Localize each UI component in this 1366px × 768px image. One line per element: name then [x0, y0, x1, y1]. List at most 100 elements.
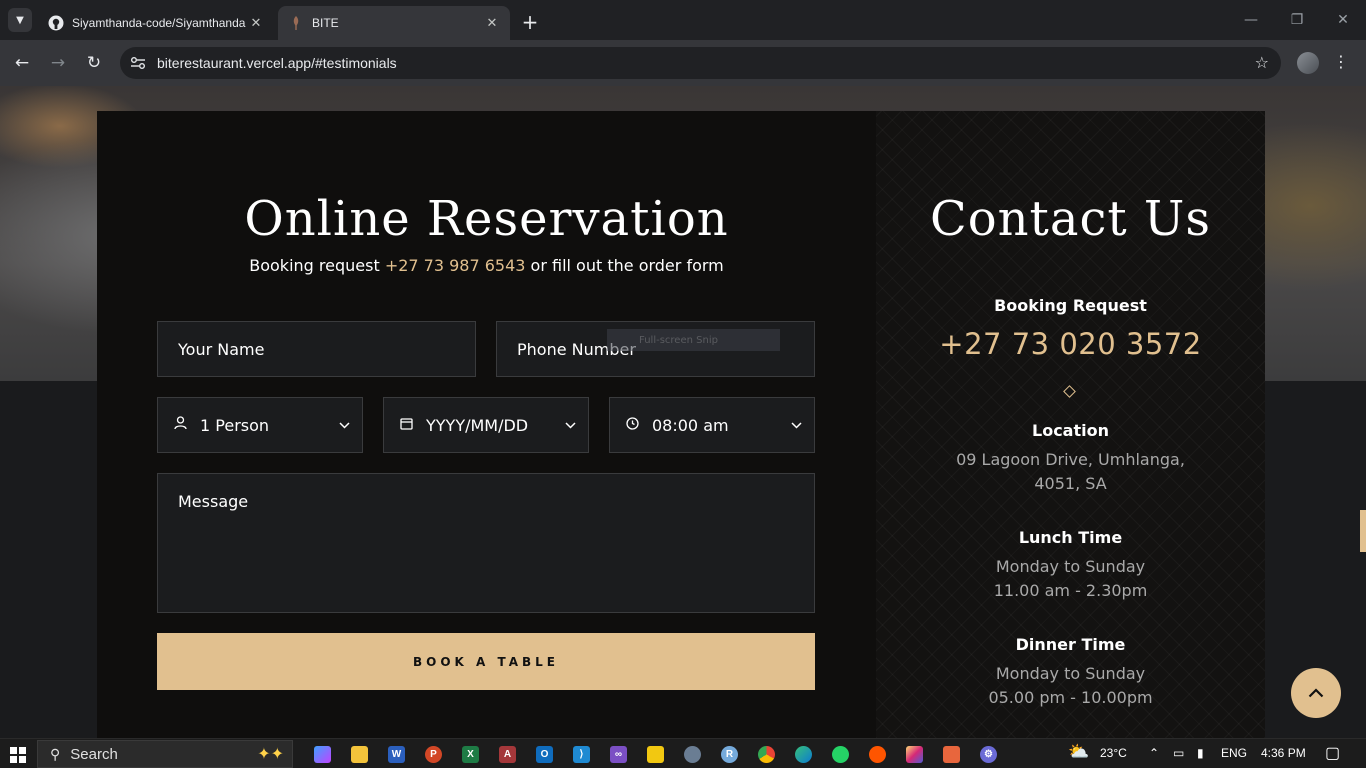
name-input[interactable]: Your Name	[157, 321, 476, 377]
lunch-days-text: Monday to Sunday	[995, 557, 1146, 576]
notifications-icon[interactable]: ▢	[1325, 743, 1340, 763]
message-textarea[interactable]: Message	[157, 473, 815, 613]
persons-select[interactable]: 1 Person	[157, 397, 363, 453]
browser-tab-bar: ▼ Siyamthanda-code/Siyamthanda ✕ BITE ✕ …	[0, 0, 1366, 40]
minimize-icon[interactable]: —	[1239, 8, 1263, 32]
lunch-block: Lunch Time Monday to Sunday 11.00 am - 2…	[876, 528, 1265, 603]
search-icon: ⚲	[50, 745, 61, 762]
snip-overlay: Full-screen Snip	[607, 329, 780, 351]
date-select[interactable]: YYYY/MM/DD	[383, 397, 589, 453]
weather-temp[interactable]: 23°C	[1100, 746, 1127, 760]
close-window-icon[interactable]: ✕	[1331, 8, 1355, 32]
bite-icon	[288, 15, 304, 31]
copilot-icon[interactable]	[304, 744, 341, 764]
side-scroll-marker	[1360, 510, 1366, 552]
weather-icon[interactable]: ⛅	[1068, 742, 1089, 762]
subtitle-prefix: Booking request	[249, 256, 380, 275]
date-value: YYYY/MM/DD	[426, 415, 529, 435]
battery-icon[interactable]: ▮	[1197, 746, 1204, 760]
dinner-label: Dinner Time	[1015, 635, 1126, 654]
r-studio-icon[interactable]: R	[711, 744, 748, 764]
show-hidden-icons-icon[interactable]: ⌃	[1149, 746, 1159, 760]
more-menu-icon[interactable]: ⋮	[1333, 52, 1349, 71]
contact-title: Contact Us	[930, 191, 1211, 247]
dinner-block: Dinner Time Monday to Sunday 05.00 pm - …	[876, 635, 1265, 710]
reservation-title: Online Reservation	[244, 191, 729, 247]
address-bar[interactable]: biterestaurant.vercel.app/#testimonials …	[120, 47, 1281, 79]
whatsapp-icon[interactable]	[822, 744, 859, 764]
contact-panel: Contact Us Booking Request +27 73 020 35…	[876, 111, 1265, 738]
instagram-icon[interactable]	[896, 744, 933, 764]
sql-server-icon[interactable]	[674, 744, 711, 764]
calendar-icon	[398, 417, 414, 434]
dinner-hours: Monday to Sunday 05.00 pm - 10.00pm	[876, 662, 1265, 710]
settings-gear-icon[interactable]: ⚙	[970, 744, 1007, 764]
access-icon[interactable]: A	[489, 744, 526, 764]
visual-studio-icon[interactable]: ∞	[600, 744, 637, 764]
subtitle-suffix: or fill out the order form	[530, 256, 724, 275]
tab-title: BITE	[312, 16, 339, 30]
chevron-down-icon	[339, 419, 350, 432]
new-tab-button[interactable]: +	[518, 10, 542, 34]
file-explorer-icon[interactable]	[341, 744, 378, 764]
tab-bite[interactable]: BITE ✕	[278, 6, 510, 40]
chrome-icon[interactable]	[748, 744, 785, 764]
outlook-icon[interactable]: O	[526, 744, 563, 764]
windows-start-icon[interactable]	[10, 747, 26, 763]
language-indicator[interactable]: ENG	[1221, 746, 1247, 760]
edge-icon[interactable]	[785, 744, 822, 764]
lunch-time-text: 11.00 am - 2.30pm	[993, 581, 1148, 600]
tab-github[interactable]: Siyamthanda-code/Siyamthanda ✕	[38, 6, 274, 40]
back-icon[interactable]: ←	[10, 51, 34, 75]
person-icon	[172, 416, 188, 434]
booking-request-block: Booking Request +27 73 020 3572	[876, 296, 1265, 361]
bookmark-star-icon[interactable]: ☆	[1255, 53, 1269, 72]
windows-taskbar: ⚲ Search ✦✦ W P X A O ⟩ ∞ R ⚙ ⛅ 23°C ⌃ ▭…	[0, 738, 1366, 768]
scroll-to-top-button[interactable]	[1291, 668, 1341, 718]
powerpoint-icon[interactable]: P	[415, 744, 452, 764]
message-placeholder: Message	[178, 492, 249, 511]
vscode-icon[interactable]: ⟩	[563, 744, 600, 764]
excel-icon[interactable]: X	[452, 744, 489, 764]
soundcloud-icon[interactable]	[859, 744, 896, 764]
chevron-down-icon	[791, 419, 802, 432]
persons-value: 1 Person	[200, 415, 270, 435]
clock-time[interactable]: 4:36 PM	[1261, 746, 1306, 760]
close-tab-icon[interactable]: ✕	[484, 15, 500, 31]
reload-icon[interactable]: ↻	[82, 51, 106, 75]
location-line: 4051, SA	[1034, 474, 1107, 493]
restore-icon[interactable]: ❐	[1285, 8, 1309, 32]
power-bi-icon[interactable]	[637, 744, 674, 764]
location-line: 09 Lagoon Drive, Umhlanga,	[956, 450, 1185, 469]
booking-request-label: Booking Request	[994, 296, 1147, 315]
network-icon[interactable]: ▭	[1173, 746, 1184, 760]
time-select[interactable]: 08:00 am	[609, 397, 815, 453]
name-placeholder: Your Name	[178, 339, 265, 359]
site-info-icon[interactable]	[122, 47, 154, 79]
tab-search-button[interactable]: ▼	[8, 8, 32, 32]
booking-request-phone[interactable]: +27 73 020 3572	[876, 327, 1265, 361]
taskbar-search-label: Search	[70, 745, 118, 763]
book-table-button[interactable]: BOOK A TABLE	[157, 633, 815, 690]
page-viewport: Online Reservation Booking request +27 7…	[0, 86, 1366, 738]
dinner-time-text: 05.00 pm - 10.00pm	[988, 688, 1153, 707]
location-address: 09 Lagoon Drive, Umhlanga, 4051, SA	[876, 448, 1265, 496]
reservation-panel: Online Reservation Booking request +27 7…	[97, 111, 876, 738]
clock-icon	[624, 416, 640, 434]
profile-avatar[interactable]	[1297, 52, 1319, 74]
lunch-hours: Monday to Sunday 11.00 am - 2.30pm	[876, 555, 1265, 603]
url-text: biterestaurant.vercel.app/#testimonials	[157, 55, 397, 71]
github-icon	[48, 15, 64, 31]
location-label: Location	[1032, 421, 1109, 440]
time-value: 08:00 am	[652, 415, 729, 435]
copilot-sparkle-icon: ✦✦	[257, 746, 284, 763]
word-icon[interactable]: W	[378, 744, 415, 764]
taskbar-apps: W P X A O ⟩ ∞ R ⚙	[304, 744, 1007, 764]
close-tab-icon[interactable]: ✕	[248, 15, 264, 31]
taskbar-search[interactable]: ⚲ Search ✦✦	[37, 740, 293, 768]
location-block: Location 09 Lagoon Drive, Umhlanga, 4051…	[876, 421, 1265, 496]
forward-icon[interactable]: →	[46, 51, 70, 75]
booking-phone-link[interactable]: +27 73 987 6543	[385, 256, 526, 275]
reservation-subtitle: Booking request +27 73 987 6543 or fill …	[97, 256, 876, 275]
task-app-icon[interactable]	[933, 744, 970, 764]
